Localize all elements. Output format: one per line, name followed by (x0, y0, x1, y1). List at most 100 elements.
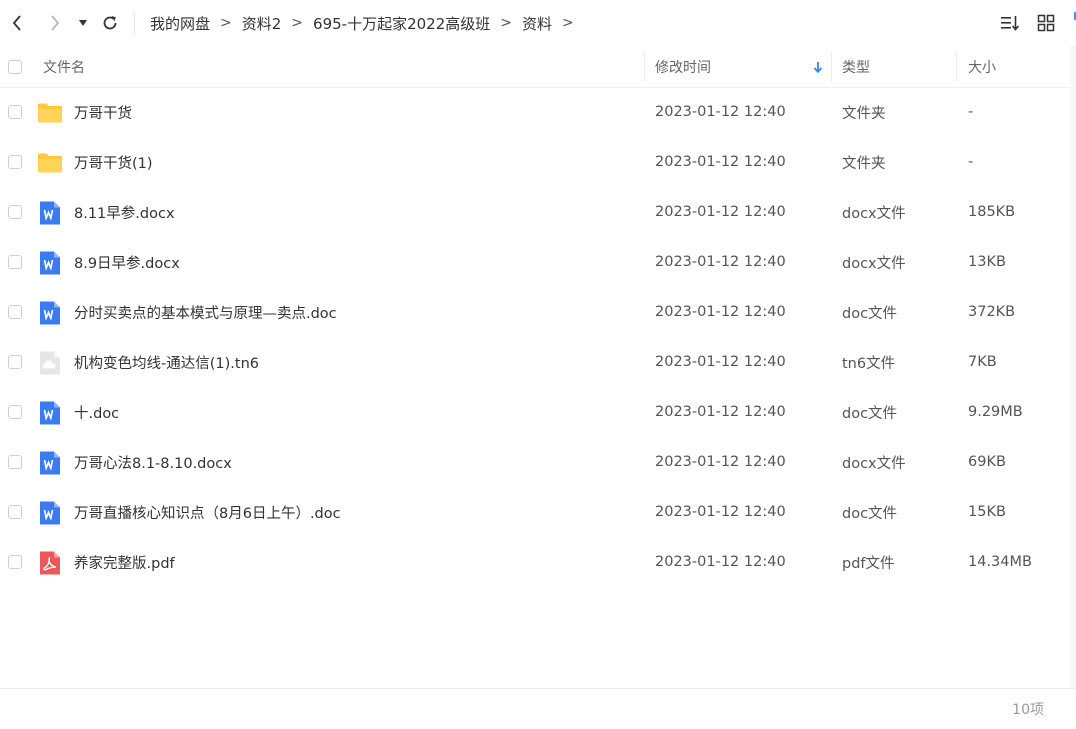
word-doc-icon (40, 251, 60, 275)
toolbar: 我的网盘 > 资料2 > 695-十万起家2022高级班 > 资料 > (0, 0, 1076, 46)
breadcrumb-separator: > (500, 15, 512, 31)
file-name: 分时买卖点的基本模式与原理—卖点.doc (74, 305, 337, 322)
history-dropdown-button[interactable] (75, 12, 91, 34)
file-type: doc文件 (842, 405, 898, 422)
back-button[interactable] (6, 12, 28, 34)
breadcrumb-item-level1[interactable]: 资料2 (242, 13, 282, 34)
column-header-name-label: 文件名 (43, 60, 85, 76)
file-size: - (968, 154, 974, 170)
select-all-checkbox[interactable] (8, 60, 22, 74)
file-type: tn6文件 (842, 355, 896, 372)
pdf-icon (40, 551, 60, 575)
chevron-right-icon (51, 15, 60, 31)
cloud-file-icon (40, 351, 60, 375)
refresh-icon (103, 16, 117, 30)
word-doc-icon (40, 201, 60, 225)
file-size: 15KB (968, 504, 1006, 520)
word-doc-icon (40, 301, 60, 325)
file-modified: 2023-01-12 12:40 (655, 104, 786, 120)
column-header-size[interactable]: 大小 (968, 46, 1068, 88)
file-modified: 2023-01-12 12:40 (655, 354, 786, 370)
column-header-name[interactable]: 文件名 (43, 46, 643, 88)
file-row[interactable]: 万哥直播核心知识点（8月6日上午）.doc 2023-01-12 12:40 d… (0, 487, 1070, 537)
file-row[interactable]: 万哥干货 2023-01-12 12:40 文件夹 - (0, 87, 1070, 137)
folder-icon (38, 153, 62, 173)
file-row[interactable]: 分时买卖点的基本模式与原理—卖点.doc 2023-01-12 12:40 do… (0, 287, 1070, 337)
row-checkbox[interactable] (8, 155, 22, 169)
file-row[interactable]: 万哥干货(1) 2023-01-12 12:40 文件夹 - (0, 137, 1070, 187)
breadcrumb: 我的网盘 > 资料2 > 695-十万起家2022高级班 > 资料 > (150, 0, 584, 46)
file-row[interactable]: 8.11早参.docx 2023-01-12 12:40 docx文件 185K… (0, 187, 1070, 237)
file-name: 万哥直播核心知识点（8月6日上午）.doc (74, 505, 341, 522)
column-divider[interactable] (956, 52, 957, 82)
column-header-modified-label: 修改时间 (655, 60, 711, 76)
column-divider[interactable] (644, 52, 645, 82)
column-header-modified[interactable]: 修改时间 (655, 46, 831, 88)
file-row[interactable]: 8.9日早参.docx 2023-01-12 12:40 docx文件 13KB (0, 237, 1070, 287)
file-modified: 2023-01-12 12:40 (655, 254, 786, 270)
breadcrumb-item-current[interactable]: 资料 (522, 13, 552, 34)
row-checkbox[interactable] (8, 555, 22, 569)
sort-list-icon (1001, 16, 1020, 31)
file-name: 机构变色均线-通达信(1).tn6 (74, 355, 259, 372)
row-checkbox[interactable] (8, 405, 22, 419)
word-doc-icon (40, 501, 60, 525)
row-checkbox[interactable] (8, 205, 22, 219)
chevron-left-icon (12, 15, 21, 31)
column-header-type-label: 类型 (842, 60, 870, 76)
file-type: pdf文件 (842, 555, 895, 572)
file-modified: 2023-01-12 12:40 (655, 454, 786, 470)
file-name: 8.9日早参.docx (74, 255, 180, 272)
file-size: 372KB (968, 304, 1016, 320)
breadcrumb-separator: > (220, 15, 232, 31)
file-modified: 2023-01-12 12:40 (655, 304, 786, 320)
row-checkbox[interactable] (8, 305, 22, 319)
row-checkbox[interactable] (8, 355, 22, 369)
column-header-type[interactable]: 类型 (842, 46, 954, 88)
file-size: 185KB (968, 204, 1016, 220)
item-count: 10项 (1012, 702, 1044, 718)
folder-icon (38, 103, 62, 123)
row-checkbox[interactable] (8, 505, 22, 519)
word-doc-icon (40, 451, 60, 475)
file-name: 万哥干货 (74, 105, 132, 122)
file-type: docx文件 (842, 455, 906, 472)
file-modified: 2023-01-12 12:40 (655, 554, 786, 570)
breadcrumb-separator: > (291, 15, 304, 31)
file-name: 十.doc (74, 405, 120, 422)
file-row[interactable]: 十.doc 2023-01-12 12:40 doc文件 9.29MB (0, 387, 1070, 437)
file-size: 7KB (968, 354, 997, 370)
file-modified: 2023-01-12 12:40 (655, 404, 786, 420)
grid-view-icon (1037, 14, 1055, 32)
status-bar: 10项 (0, 688, 1076, 728)
file-name: 万哥干货(1) (74, 155, 153, 172)
file-list-header: 文件名 修改时间 类型 大小 (0, 46, 1070, 88)
file-modified: 2023-01-12 12:40 (655, 204, 786, 220)
breadcrumb-separator: > (562, 15, 574, 31)
sort-options-button[interactable] (1000, 13, 1020, 33)
breadcrumb-item-root[interactable]: 我的网盘 (150, 13, 210, 34)
row-checkbox[interactable] (8, 455, 22, 469)
file-row[interactable]: 万哥心法8.1-8.10.docx 2023-01-12 12:40 docx文… (0, 437, 1070, 487)
file-size: 9.29MB (968, 404, 1023, 420)
row-checkbox[interactable] (8, 105, 22, 119)
file-name: 8.11早参.docx (74, 205, 175, 222)
file-type: doc文件 (842, 305, 898, 322)
word-doc-icon (40, 401, 60, 425)
file-row[interactable]: 养家完整版.pdf 2023-01-12 12:40 pdf文件 14.34MB (0, 537, 1070, 587)
file-size: - (968, 104, 974, 120)
column-divider[interactable] (831, 52, 832, 82)
forward-button[interactable] (44, 12, 66, 34)
row-checkbox[interactable] (8, 255, 22, 269)
breadcrumb-item-level2[interactable]: 695-十万起家2022高级班 (313, 13, 490, 34)
file-type: doc文件 (842, 505, 898, 522)
sort-descending-icon (813, 62, 823, 73)
view-mode-button[interactable] (1036, 13, 1056, 33)
vertical-scrollbar[interactable] (1070, 46, 1076, 688)
file-list: 文件名 修改时间 类型 大小 万哥干货 2023-01-12 12:40 文件夹… (0, 46, 1070, 688)
file-type: docx文件 (842, 205, 906, 222)
refresh-button[interactable] (99, 12, 121, 34)
file-size: 14.34MB (968, 554, 1032, 570)
file-name: 养家完整版.pdf (74, 555, 175, 572)
file-row[interactable]: 机构变色均线-通达信(1).tn6 2023-01-12 12:40 tn6文件… (0, 337, 1070, 387)
